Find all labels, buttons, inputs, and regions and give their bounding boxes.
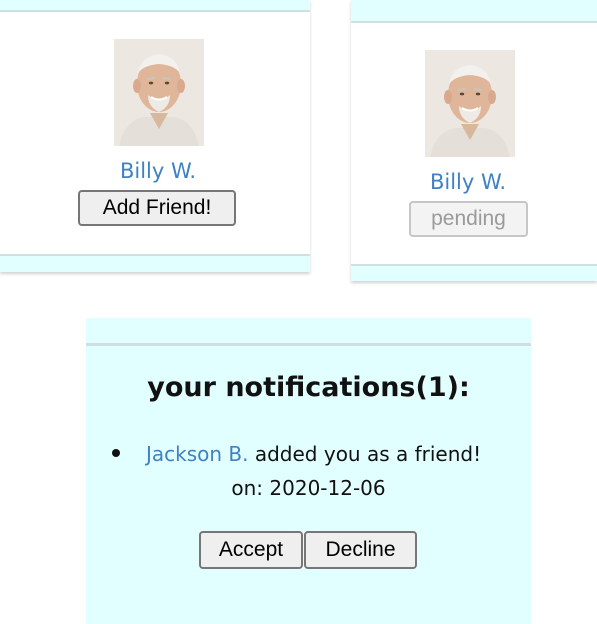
notification-message: added you as a friend! [248, 442, 482, 466]
notifications-panel: your notifications(1): Jackson B. added … [86, 318, 531, 624]
pending-button: pending [409, 201, 528, 237]
card-top-bar [351, 0, 597, 23]
decline-button[interactable]: Decline [304, 531, 417, 569]
card-bottom-bar [0, 254, 310, 272]
friend-card: Billy W. pending [351, 0, 597, 281]
notifications-title: your notifications(1): [147, 372, 470, 403]
notification-user-link[interactable]: Jackson B. [146, 442, 249, 466]
divider [86, 343, 531, 346]
add-friend-button[interactable]: Add Friend! [78, 190, 236, 226]
avatar [114, 39, 204, 146]
accept-button[interactable]: Accept [199, 531, 303, 569]
page: Billy W. Add Friend! Billy W. pending yo… [0, 0, 597, 624]
friend-name-link[interactable]: Billy W. [58, 159, 258, 183]
notification-item: Jackson B. added you as a friend! [146, 442, 481, 466]
avatar [425, 50, 515, 157]
notification-date-prefix: on: [231, 476, 270, 500]
notification-date-value: 2020-12-06 [269, 476, 386, 500]
card-top-bar [0, 0, 310, 12]
notification-date: on: 2020-12-06 [86, 476, 531, 500]
card-bottom-bar [351, 264, 597, 281]
friend-name-link[interactable]: Billy W. [368, 170, 568, 194]
list-bullet-icon [112, 449, 120, 457]
friend-card: Billy W. Add Friend! [0, 0, 310, 272]
